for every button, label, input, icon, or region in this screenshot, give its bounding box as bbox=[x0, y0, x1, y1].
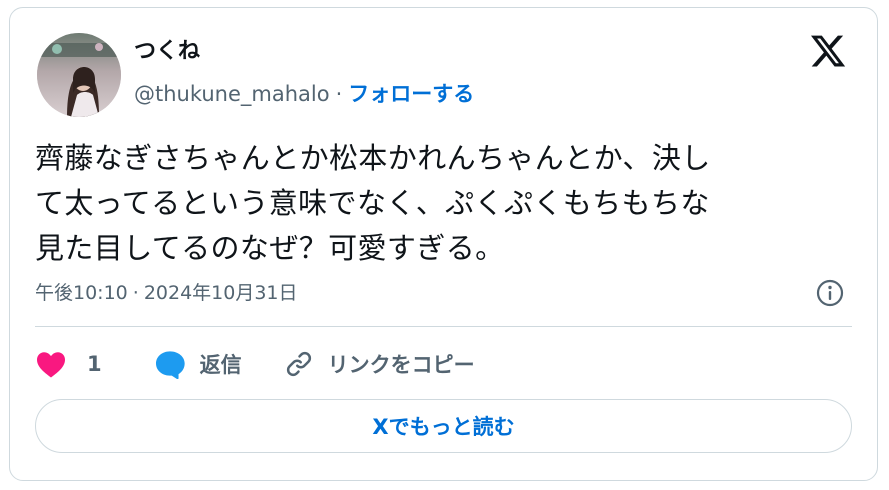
author-handle[interactable]: @thukune_mahalo bbox=[134, 82, 330, 106]
tweet-text-line: 齊藤なぎさちゃんとか松本かれんちゃんとか、決し bbox=[35, 141, 711, 175]
avatar-photo bbox=[37, 33, 121, 117]
read-more-button[interactable]: Xでもっと読む bbox=[35, 399, 852, 453]
tweet-date: 2024年10月31日 bbox=[143, 282, 298, 304]
copy-link-button[interactable]: リンクをコピー bbox=[284, 349, 475, 379]
copy-link-label: リンクをコピー bbox=[327, 353, 475, 377]
timestamp-separator: · bbox=[132, 282, 139, 304]
reply-button[interactable]: 返信 bbox=[154, 349, 242, 379]
tweet-text-line: 見た目してるのなぜ？可愛すぎる。 bbox=[35, 231, 505, 265]
tweet-text: 齊藤なぎさちゃんとか松本かれんちゃんとか、決し て太ってるという意味でなく、ぷく… bbox=[35, 136, 855, 271]
tweet-embed-card: つくね @thukune_mahalo · フォローする 齊藤なぎさちゃんとか松本か… bbox=[9, 7, 878, 481]
follow-button[interactable]: フォローする bbox=[348, 82, 474, 106]
like-count: 1 bbox=[87, 352, 102, 376]
x-logo-icon[interactable] bbox=[809, 32, 847, 70]
heart-icon bbox=[35, 350, 67, 378]
author-display-name[interactable]: つくね bbox=[134, 38, 200, 66]
handle-separator: · bbox=[335, 82, 343, 106]
action-bar: 1 返信 リンクをコピー bbox=[35, 344, 475, 384]
tweet-text-line: て太ってるという意味でなく、ぷくぷくもちもちな bbox=[35, 186, 710, 220]
avatar[interactable] bbox=[37, 33, 121, 117]
author-handle-row: @thukune_mahalo · フォローする bbox=[134, 80, 474, 108]
link-icon bbox=[284, 349, 314, 379]
divider bbox=[35, 326, 852, 327]
reply-bubble-icon bbox=[154, 349, 186, 379]
info-icon[interactable] bbox=[815, 278, 845, 308]
like-button[interactable]: 1 bbox=[35, 350, 102, 378]
reply-label: 返信 bbox=[199, 353, 242, 377]
tweet-time: 午後10:10 bbox=[35, 282, 128, 304]
tweet-timestamp[interactable]: 午後10:10 · 2024年10月31日 bbox=[35, 279, 298, 307]
